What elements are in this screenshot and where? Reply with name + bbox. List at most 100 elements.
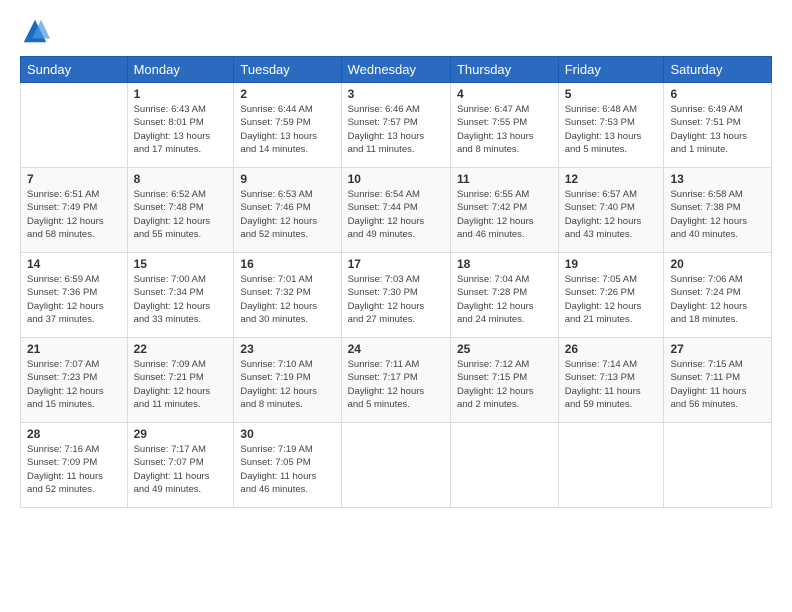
day-info: Sunrise: 7:11 AM Sunset: 7:17 PM Dayligh… [348,358,444,411]
calendar-cell: 24 Sunrise: 7:11 AM Sunset: 7:17 PM Dayli… [341,338,450,423]
calendar: SundayMondayTuesdayWednesdayThursdayFrid… [20,56,772,508]
week-row-4: 28Sunrise: 7:16 AM Sunset: 7:09 PM Dayli… [21,423,772,508]
day-number: 26 [565,342,658,356]
weekday-header-friday: Friday [558,57,664,83]
day-info: Sunrise: 7:10 AM Sunset: 7:19 PM Dayligh… [240,358,334,411]
day-number: 15 [134,257,228,271]
day-info: Sunrise: 6:54 AM Sunset: 7:44 PM Dayligh… [348,188,444,241]
day-number: 20 [670,257,765,271]
calendar-cell [341,423,450,508]
day-info: Sunrise: 7:00 AM Sunset: 7:34 PM Dayligh… [134,273,228,326]
calendar-cell: 22 Sunrise: 7:09 AM Sunset: 7:21 PM Dayli… [127,338,234,423]
day-info: Sunrise: 7:01 AM Sunset: 7:32 PM Dayligh… [240,273,334,326]
calendar-cell: 6 Sunrise: 6:49 AM Sunset: 7:51 PM Daylig… [664,83,772,168]
day-info: Sunrise: 7:14 AM Sunset: 7:13 PM Dayligh… [565,358,658,411]
day-number: 22 [134,342,228,356]
calendar-cell: 17 Sunrise: 7:03 AM Sunset: 7:30 PM Dayli… [341,253,450,338]
day-info: Sunrise: 6:59 AM Sunset: 7:36 PM Dayligh… [27,273,121,326]
calendar-cell [558,423,664,508]
day-info: Sunrise: 6:49 AM Sunset: 7:51 PM Dayligh… [670,103,765,156]
calendar-cell: 18 Sunrise: 7:04 AM Sunset: 7:28 PM Dayli… [450,253,558,338]
day-number: 4 [457,87,552,101]
calendar-cell: 10 Sunrise: 6:54 AM Sunset: 7:44 PM Dayli… [341,168,450,253]
day-info: Sunrise: 6:52 AM Sunset: 7:48 PM Dayligh… [134,188,228,241]
day-number: 6 [670,87,765,101]
calendar-cell: 7Sunrise: 6:51 AM Sunset: 7:49 PM Daylig… [21,168,128,253]
day-number: 25 [457,342,552,356]
calendar-cell: 2Sunrise: 6:44 AM Sunset: 7:59 PM Daylig… [234,83,341,168]
weekday-header-thursday: Thursday [450,57,558,83]
day-number: 8 [134,172,228,186]
day-number: 16 [240,257,334,271]
calendar-cell: 5 Sunrise: 6:48 AM Sunset: 7:53 PM Daylig… [558,83,664,168]
week-row-1: 7Sunrise: 6:51 AM Sunset: 7:49 PM Daylig… [21,168,772,253]
logo [20,16,54,46]
day-number: 27 [670,342,765,356]
calendar-cell: 1 Sunrise: 6:43 AM Sunset: 8:01 PM Daylig… [127,83,234,168]
day-number: 11 [457,172,552,186]
calendar-cell: 12 Sunrise: 6:57 AM Sunset: 7:40 PM Dayli… [558,168,664,253]
day-info: Sunrise: 7:07 AM Sunset: 7:23 PM Dayligh… [27,358,121,411]
day-info: Sunrise: 7:17 AM Sunset: 7:07 PM Dayligh… [134,443,228,496]
week-row-0: 1 Sunrise: 6:43 AM Sunset: 8:01 PM Daylig… [21,83,772,168]
day-number: 18 [457,257,552,271]
day-number: 30 [240,427,334,441]
day-info: Sunrise: 7:12 AM Sunset: 7:15 PM Dayligh… [457,358,552,411]
day-number: 29 [134,427,228,441]
day-info: Sunrise: 6:53 AM Sunset: 7:46 PM Dayligh… [240,188,334,241]
calendar-cell [664,423,772,508]
calendar-cell: 20 Sunrise: 7:06 AM Sunset: 7:24 PM Dayli… [664,253,772,338]
day-number: 2 [240,87,334,101]
calendar-cell: 21 Sunrise: 7:07 AM Sunset: 7:23 PM Dayli… [21,338,128,423]
day-info: Sunrise: 6:58 AM Sunset: 7:38 PM Dayligh… [670,188,765,241]
calendar-cell [21,83,128,168]
calendar-cell: 9 Sunrise: 6:53 AM Sunset: 7:46 PM Daylig… [234,168,341,253]
day-info: Sunrise: 7:05 AM Sunset: 7:26 PM Dayligh… [565,273,658,326]
day-number: 23 [240,342,334,356]
day-info: Sunrise: 6:43 AM Sunset: 8:01 PM Dayligh… [134,103,228,156]
day-number: 9 [240,172,334,186]
day-number: 7 [27,172,121,186]
day-info: Sunrise: 7:06 AM Sunset: 7:24 PM Dayligh… [670,273,765,326]
day-number: 17 [348,257,444,271]
header [20,16,772,46]
day-info: Sunrise: 7:16 AM Sunset: 7:09 PM Dayligh… [27,443,121,496]
day-info: Sunrise: 6:47 AM Sunset: 7:55 PM Dayligh… [457,103,552,156]
weekday-header-sunday: Sunday [21,57,128,83]
day-info: Sunrise: 6:48 AM Sunset: 7:53 PM Dayligh… [565,103,658,156]
day-number: 5 [565,87,658,101]
day-number: 1 [134,87,228,101]
day-number: 24 [348,342,444,356]
day-number: 13 [670,172,765,186]
weekday-header-monday: Monday [127,57,234,83]
calendar-cell: 8 Sunrise: 6:52 AM Sunset: 7:48 PM Daylig… [127,168,234,253]
weekday-header-saturday: Saturday [664,57,772,83]
calendar-cell: 25 Sunrise: 7:12 AM Sunset: 7:15 PM Dayli… [450,338,558,423]
calendar-cell: 14Sunrise: 6:59 AM Sunset: 7:36 PM Dayli… [21,253,128,338]
weekday-header-tuesday: Tuesday [234,57,341,83]
calendar-cell: 13 Sunrise: 6:58 AM Sunset: 7:38 PM Dayli… [664,168,772,253]
calendar-cell [450,423,558,508]
week-row-2: 14Sunrise: 6:59 AM Sunset: 7:36 PM Dayli… [21,253,772,338]
day-info: Sunrise: 7:09 AM Sunset: 7:21 PM Dayligh… [134,358,228,411]
day-info: Sunrise: 7:04 AM Sunset: 7:28 PM Dayligh… [457,273,552,326]
weekday-header-wednesday: Wednesday [341,57,450,83]
calendar-cell: 11Sunrise: 6:55 AM Sunset: 7:42 PM Dayli… [450,168,558,253]
week-row-3: 21 Sunrise: 7:07 AM Sunset: 7:23 PM Dayli… [21,338,772,423]
calendar-cell: 27 Sunrise: 7:15 AM Sunset: 7:11 PM Dayli… [664,338,772,423]
day-info: Sunrise: 7:19 AM Sunset: 7:05 PM Dayligh… [240,443,334,496]
calendar-cell: 28Sunrise: 7:16 AM Sunset: 7:09 PM Dayli… [21,423,128,508]
calendar-cell: 19 Sunrise: 7:05 AM Sunset: 7:26 PM Dayli… [558,253,664,338]
weekday-header-row: SundayMondayTuesdayWednesdayThursdayFrid… [21,57,772,83]
calendar-cell: 29 Sunrise: 7:17 AM Sunset: 7:07 PM Dayli… [127,423,234,508]
day-info: Sunrise: 6:46 AM Sunset: 7:57 PM Dayligh… [348,103,444,156]
day-info: Sunrise: 7:15 AM Sunset: 7:11 PM Dayligh… [670,358,765,411]
day-info: Sunrise: 7:03 AM Sunset: 7:30 PM Dayligh… [348,273,444,326]
day-number: 10 [348,172,444,186]
day-number: 3 [348,87,444,101]
day-number: 21 [27,342,121,356]
day-number: 12 [565,172,658,186]
page: SundayMondayTuesdayWednesdayThursdayFrid… [0,0,792,612]
day-info: Sunrise: 6:57 AM Sunset: 7:40 PM Dayligh… [565,188,658,241]
day-number: 19 [565,257,658,271]
